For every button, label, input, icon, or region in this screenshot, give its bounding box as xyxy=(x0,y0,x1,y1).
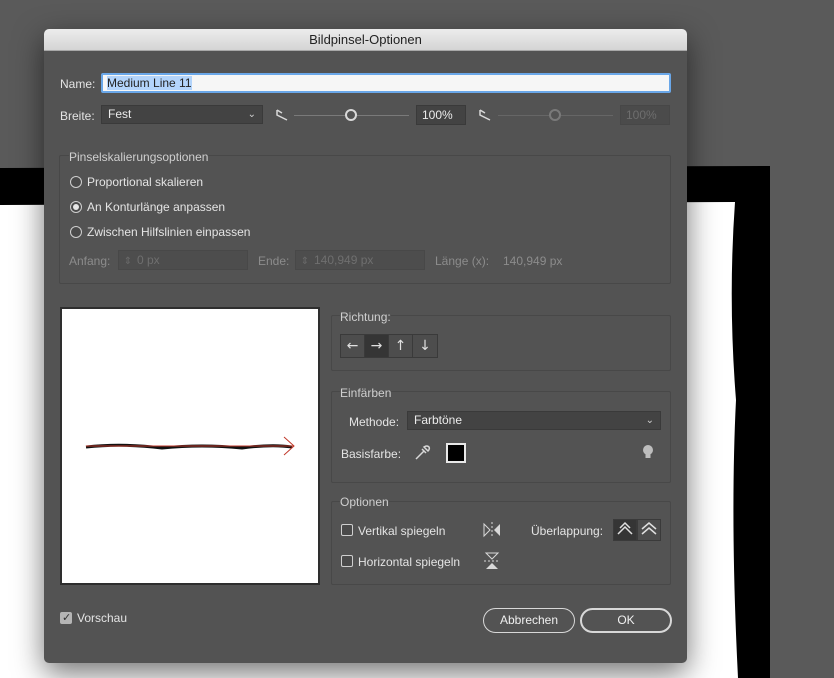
method-select-value: Farbtöne xyxy=(414,413,463,427)
spinner-icon: ⇕ xyxy=(123,256,133,267)
direction-down-button[interactable]: ↓ xyxy=(413,335,437,357)
options-group xyxy=(331,501,671,585)
flip-vertical-checkbox[interactable] xyxy=(341,524,353,536)
colorize-group xyxy=(331,391,671,483)
method-label: Methode: xyxy=(349,415,400,429)
eyedropper-icon[interactable] xyxy=(413,444,431,462)
base-color-label: Basisfarbe: xyxy=(341,447,402,461)
dialog-title[interactable]: Bildpinsel-Optionen xyxy=(44,29,687,51)
flip-horizontal-checkbox[interactable] xyxy=(341,555,353,567)
radio-fit-stroke-length[interactable] xyxy=(70,201,82,213)
overlap-none-icon xyxy=(641,522,657,535)
width-label: Breite: xyxy=(60,109,95,123)
ok-button[interactable]: OK xyxy=(580,608,672,633)
length-label: Länge (x): xyxy=(435,254,490,268)
flip-vertical-label[interactable]: Vertikal spiegeln xyxy=(358,524,445,538)
direction-left-button[interactable]: ← xyxy=(341,335,365,357)
base-color-swatch[interactable] xyxy=(446,443,466,463)
spinner-icon: ⇕ xyxy=(300,256,310,267)
direction-title: Richtung: xyxy=(340,310,391,324)
end-field: ⇕ 140,949 px xyxy=(295,250,425,270)
overlap-adjust-button[interactable] xyxy=(613,519,637,541)
radio-proportional[interactable] xyxy=(70,176,82,188)
length-value: 140,949 px xyxy=(503,254,563,268)
options-title: Optionen xyxy=(340,495,389,509)
radio-fit-guides[interactable] xyxy=(70,226,82,238)
method-select[interactable]: Farbtöne ⌄ xyxy=(407,411,661,430)
start-value: 0 px xyxy=(137,253,160,267)
variation-percent-field: 100% xyxy=(620,105,670,125)
preview-stroke xyxy=(85,436,295,456)
direction-buttons: ← → ↑ ↓ xyxy=(340,334,438,358)
max-width-icon xyxy=(479,109,491,121)
width-slider-knob[interactable] xyxy=(345,109,357,121)
end-label: Ende: xyxy=(258,254,290,268)
overlap-none-button[interactable] xyxy=(637,519,661,541)
radio-fit-guides-label[interactable]: Zwischen Hilfslinien einpassen xyxy=(87,225,250,239)
name-value: Medium Line 11 xyxy=(107,76,192,90)
width-percent-field[interactable]: 100% xyxy=(416,105,466,125)
preview-checkbox[interactable] xyxy=(60,611,72,624)
chevron-down-icon: ⌄ xyxy=(247,109,256,120)
start-field: ⇕ 0 px xyxy=(118,250,248,270)
overlap-label: Überlappung: xyxy=(531,524,604,538)
direction-up-button[interactable]: ↑ xyxy=(389,335,413,357)
radio-proportional-label[interactable]: Proportional skalieren xyxy=(87,175,203,189)
chevron-down-icon: ⌄ xyxy=(645,415,654,426)
min-width-icon xyxy=(276,109,288,121)
variation-slider-knob xyxy=(549,109,561,121)
direction-right-button[interactable]: → xyxy=(365,335,389,357)
brush-options-dialog: Bildpinsel-Optionen Name: Medium Line 11… xyxy=(44,29,687,663)
cancel-button[interactable]: Abbrechen xyxy=(483,608,575,633)
overlap-adjust-icon xyxy=(617,521,633,535)
lightbulb-icon[interactable] xyxy=(641,443,655,461)
name-input[interactable]: Medium Line 11 xyxy=(101,73,671,93)
radio-fit-stroke-length-label[interactable]: An Konturlänge anpassen xyxy=(87,200,225,214)
width-select-value: Fest xyxy=(108,107,132,121)
flip-vertical-icon xyxy=(483,522,500,538)
colorize-title: Einfärben xyxy=(340,386,392,400)
width-select[interactable]: Fest ⌄ xyxy=(101,105,263,124)
name-label: Name: xyxy=(60,77,96,91)
brush-preview xyxy=(60,307,320,585)
scaling-group-title: Pinselskalierungsoptionen xyxy=(69,150,209,164)
preview-label[interactable]: Vorschau xyxy=(77,611,127,625)
end-value: 140,949 px xyxy=(314,253,374,267)
flip-horizontal-label[interactable]: Horizontal spiegeln xyxy=(358,555,460,569)
start-label: Anfang: xyxy=(69,254,111,268)
flip-horizontal-icon xyxy=(484,552,500,569)
